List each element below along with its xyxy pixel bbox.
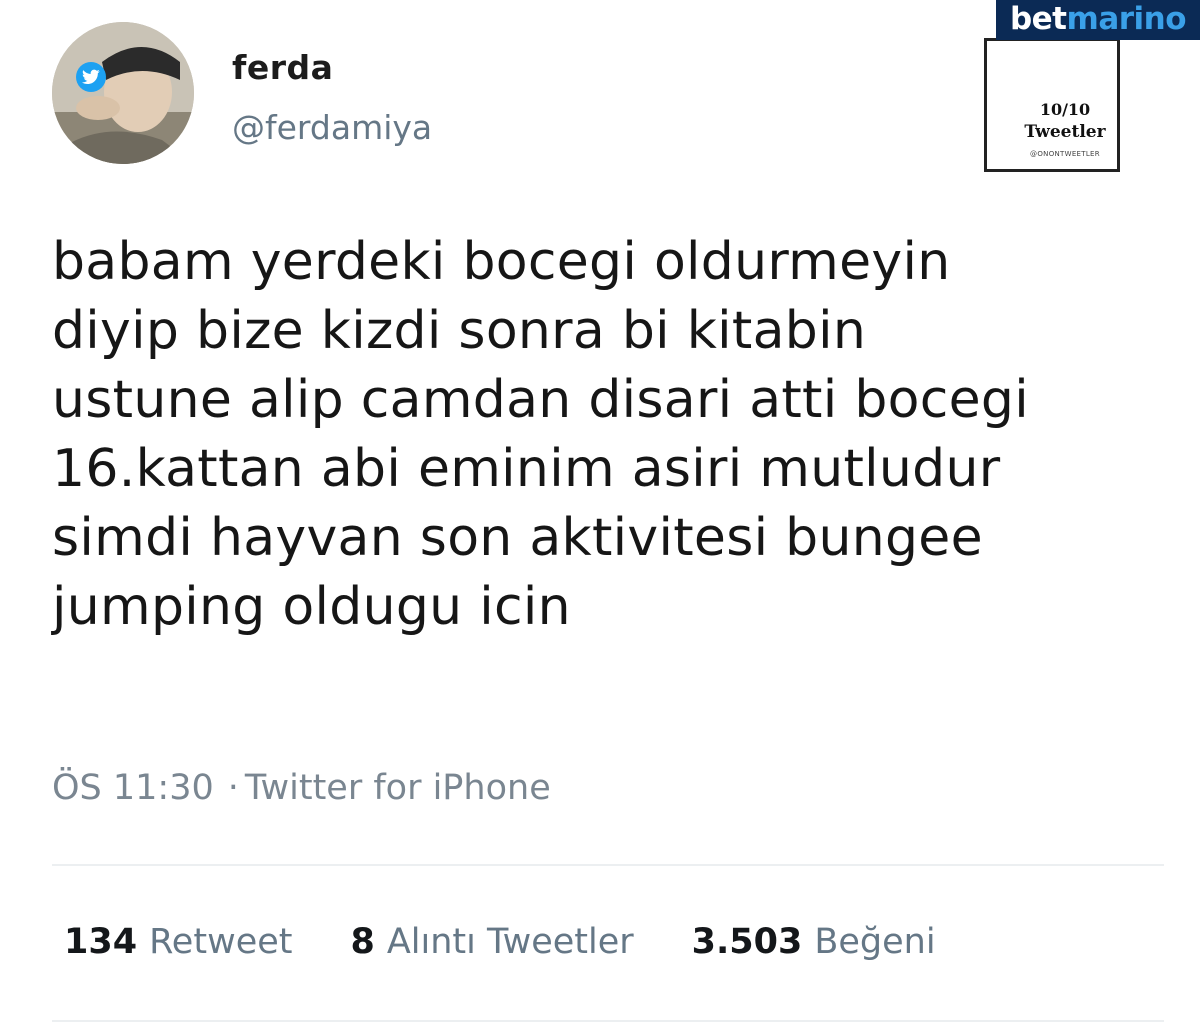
like-number: 3.503 (691, 922, 803, 962)
tweet-text-line: jumping oldugu icin (52, 577, 571, 637)
avatar-photo (52, 22, 194, 164)
divider (52, 864, 1164, 866)
twitter-bird-icon (76, 62, 106, 92)
like-label: Beğeni (814, 922, 936, 962)
retweet-label: Retweet (149, 922, 293, 962)
quote-label: Alıntı Tweetler (386, 922, 634, 962)
tweet-text-line: simdi hayvan son aktivitesi bungee (52, 508, 983, 568)
tweet-stats: 134 Retweet 8 Alıntı Tweetler 3.503 Beğeni (64, 922, 936, 962)
meta-separator: · (227, 768, 239, 808)
retweet-number: 134 (64, 922, 138, 962)
quote-count[interactable]: 8 Alıntı Tweetler (350, 922, 633, 962)
tweet-text: babam yerdeki bocegi oldurmeyin diyip bi… (52, 228, 1172, 642)
brand-overlay: betmarino (984, 0, 1200, 172)
tweet-text-line: babam yerdeki bocegi oldurmeyin (52, 232, 951, 292)
tweet-text-line: ustune alip camdan disari atti bocegi (52, 370, 1029, 430)
brand-logo: betmarino (996, 0, 1200, 40)
brand-ratio: 10/10 (1039, 100, 1091, 119)
divider (52, 1020, 1164, 1022)
display-name[interactable]: ferda (232, 48, 333, 87)
like-count[interactable]: 3.503 Beğeni (692, 922, 936, 962)
tweet-text-line: 16.kattan abi eminim asiri mutludur (52, 439, 1001, 499)
brand-label: Tweetler (1024, 122, 1106, 142)
retweet-count[interactable]: 134 Retweet (64, 922, 292, 962)
tweet-meta: ÖS 11:30 · Twitter for iPhone (52, 768, 551, 808)
tweet-source[interactable]: Twitter for iPhone (245, 768, 551, 808)
avatar[interactable] (52, 22, 194, 164)
tweet-time[interactable]: ÖS 11:30 (52, 768, 214, 808)
quote-number: 8 (350, 922, 375, 962)
brand-handle: @ONONTWEETLER (1030, 150, 1100, 158)
user-handle[interactable]: @ferdamiya (232, 108, 432, 147)
tweet-text-line: diyip bize kizdi sonra bi kitabin (52, 301, 867, 361)
